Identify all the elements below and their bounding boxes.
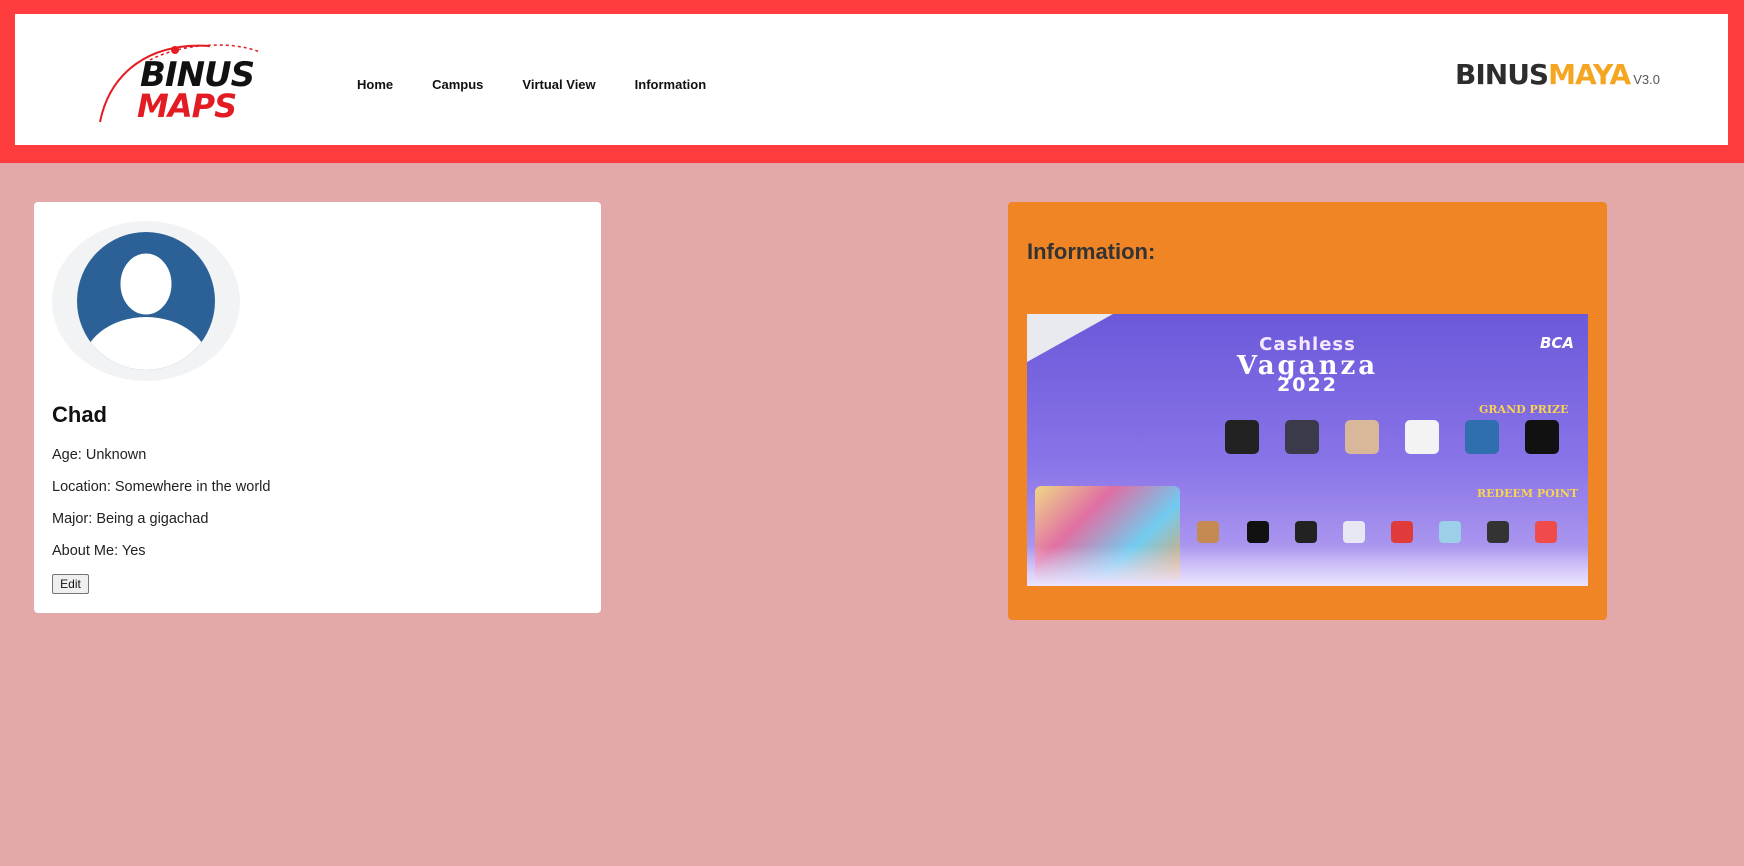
nav-home[interactable]: Home [357, 77, 393, 92]
redeem-item-icon [1197, 521, 1219, 543]
prize-ewallet-icon [1465, 420, 1499, 454]
profile-card: Chad Age: Unknown Location: Somewhere in… [34, 202, 601, 613]
prize-bicycle-icon [1405, 420, 1439, 454]
profile-age: Age: Unknown [52, 447, 147, 463]
profile-major: Major: Being a gigachad [52, 511, 209, 527]
profile-about: About Me: Yes [52, 543, 146, 559]
promo-banner[interactable]: Cashless Vaganza 2022 BCA GRAND PRIZE RE… [1027, 314, 1588, 586]
nav-information[interactable]: Information [635, 77, 707, 92]
information-card: Information: Cashless Vaganza 2022 BCA G… [1008, 202, 1607, 620]
header-bar: BINUS MAPS Home Campus Virtual View Info… [15, 14, 1728, 145]
logo-text-maps: MAPS [137, 87, 237, 125]
redeem-item-icon [1487, 521, 1509, 543]
nav-campus[interactable]: Campus [432, 77, 483, 92]
user-avatar-icon [77, 232, 215, 370]
avatar [52, 221, 240, 381]
edit-profile-button[interactable]: Edit [52, 574, 89, 594]
binusmaya-logo-maya: MAYA [1548, 58, 1631, 91]
prize-camera-icon [1525, 420, 1559, 454]
banner-title-line3: 2022 [1277, 374, 1338, 396]
bca-logo: BCA [1539, 334, 1574, 352]
information-title: Information: [1027, 239, 1156, 264]
binusmaya-logo-version: V3.0 [1633, 72, 1660, 87]
main-nav: Home Campus Virtual View Information [357, 77, 745, 92]
prize-tablet-icon [1285, 420, 1319, 454]
binusmaya-logo[interactable]: BINUS MAYA V3.0 [1455, 58, 1660, 98]
redeem-item-icon [1439, 521, 1461, 543]
redeem-point-label: REDEEM POINT [1477, 487, 1579, 500]
prize-watch-icon [1345, 420, 1379, 454]
redeem-item-icon [1343, 521, 1365, 543]
binus-maps-logo[interactable]: BINUS MAPS [90, 32, 290, 136]
redeem-item-icon [1391, 521, 1413, 543]
redeem-item-icon [1295, 521, 1317, 543]
nav-virtual-view[interactable]: Virtual View [522, 77, 595, 92]
grand-prize-label: GRAND PRIZE [1479, 403, 1569, 416]
banner-cloud-decoration [1027, 546, 1588, 586]
redeem-item-icon [1247, 521, 1269, 543]
header-frame: BINUS MAPS Home Campus Virtual View Info… [0, 0, 1744, 163]
prize-ipad-icon [1225, 420, 1259, 454]
binusmaya-logo-binus: BINUS [1455, 58, 1549, 91]
profile-location: Location: Somewhere in the world [52, 479, 271, 495]
profile-name: Chad [52, 402, 107, 427]
redeem-item-icon [1535, 521, 1557, 543]
